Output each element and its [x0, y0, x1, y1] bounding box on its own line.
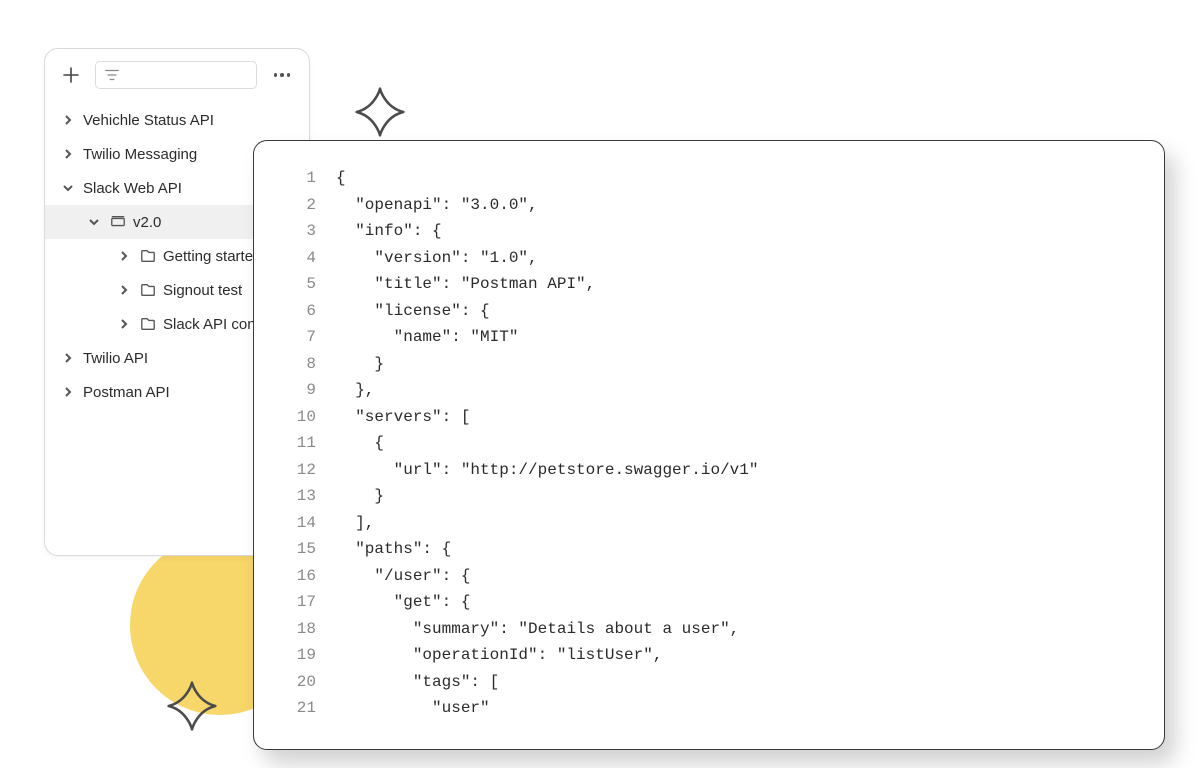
- filter-icon: [104, 67, 120, 83]
- code-line: 7 "name": "MIT": [282, 324, 1136, 351]
- line-number: 16: [282, 563, 316, 590]
- line-number: 7: [282, 324, 316, 351]
- tree-item-label: v2.0: [133, 214, 161, 231]
- code-line: 19 "operationId": "listUser",: [282, 642, 1136, 669]
- chevron-right-icon[interactable]: [115, 315, 133, 333]
- line-text: ],: [336, 510, 374, 537]
- line-number: 8: [282, 351, 316, 378]
- tree-item-label: Postman API: [83, 384, 170, 401]
- code-line: 1{: [282, 165, 1136, 192]
- folder-icon: [139, 247, 157, 265]
- line-text: "paths": {: [336, 536, 451, 563]
- tree-item-label: Signout test: [163, 282, 242, 299]
- tree-item-label: Getting started: [163, 248, 261, 265]
- collection-icon: [109, 213, 127, 231]
- line-number: 9: [282, 377, 316, 404]
- folder-icon: [139, 281, 157, 299]
- sidebar-toolbar: [45, 49, 309, 99]
- code-line: 18 "summary": "Details about a user",: [282, 616, 1136, 643]
- tree-item-label: Vehichle Status API: [83, 112, 214, 129]
- line-number: 14: [282, 510, 316, 537]
- tree-item-label: Twilio Messaging: [83, 146, 197, 163]
- line-text: {: [336, 430, 384, 457]
- line-number: 17: [282, 589, 316, 616]
- line-number: 2: [282, 192, 316, 219]
- code-editor-panel: 1{2 "openapi": "3.0.0",3 "info": {4 "ver…: [253, 140, 1165, 750]
- line-text: "name": "MIT": [336, 324, 518, 351]
- code-line: 8 }: [282, 351, 1136, 378]
- line-number: 10: [282, 404, 316, 431]
- add-button[interactable]: [57, 61, 85, 89]
- line-text: },: [336, 377, 374, 404]
- chevron-right-icon[interactable]: [59, 111, 77, 129]
- sparkle-icon: [164, 678, 220, 734]
- line-number: 19: [282, 642, 316, 669]
- code-line: 3 "info": {: [282, 218, 1136, 245]
- line-number: 5: [282, 271, 316, 298]
- folder-icon: [139, 315, 157, 333]
- line-number: 21: [282, 695, 316, 722]
- line-text: "tags": [: [336, 669, 499, 696]
- line-number: 1: [282, 165, 316, 192]
- chevron-right-icon[interactable]: [115, 281, 133, 299]
- code-line: 17 "get": {: [282, 589, 1136, 616]
- tree-item-label: Slack Web API: [83, 180, 182, 197]
- line-number: 4: [282, 245, 316, 272]
- line-text: "openapi": "3.0.0",: [336, 192, 538, 219]
- line-number: 13: [282, 483, 316, 510]
- line-text: "get": {: [336, 589, 470, 616]
- chevron-right-icon[interactable]: [115, 247, 133, 265]
- line-number: 15: [282, 536, 316, 563]
- line-text: }: [336, 351, 384, 378]
- line-number: 12: [282, 457, 316, 484]
- line-number: 3: [282, 218, 316, 245]
- line-text: "user": [336, 695, 490, 722]
- sparkle-icon: [352, 84, 408, 140]
- line-text: {: [336, 165, 346, 192]
- tree-item-label: Slack API contr: [163, 316, 265, 333]
- line-number: 11: [282, 430, 316, 457]
- code-line: 13 }: [282, 483, 1136, 510]
- line-text: "version": "1.0",: [336, 245, 538, 272]
- code-line: 21 "user": [282, 695, 1136, 722]
- line-text: "summary": "Details about a user",: [336, 616, 739, 643]
- code-line: 5 "title": "Postman API",: [282, 271, 1136, 298]
- code-editor[interactable]: 1{2 "openapi": "3.0.0",3 "info": {4 "ver…: [254, 141, 1164, 746]
- line-text: "info": {: [336, 218, 442, 245]
- tree-item-label: Twilio API: [83, 350, 148, 367]
- line-text: "title": "Postman API",: [336, 271, 595, 298]
- chevron-down-icon[interactable]: [59, 179, 77, 197]
- code-line: 14 ],: [282, 510, 1136, 537]
- code-line: 12 "url": "http://petstore.swagger.io/v1…: [282, 457, 1136, 484]
- filter-input[interactable]: [95, 61, 257, 89]
- line-text: "license": {: [336, 298, 490, 325]
- code-line: 2 "openapi": "3.0.0",: [282, 192, 1136, 219]
- chevron-right-icon[interactable]: [59, 145, 77, 163]
- code-line: 6 "license": {: [282, 298, 1136, 325]
- tree-item[interactable]: Vehichle Status API: [45, 103, 309, 137]
- code-line: 9 },: [282, 377, 1136, 404]
- line-text: "url": "http://petstore.swagger.io/v1": [336, 457, 758, 484]
- code-line: 16 "/user": {: [282, 563, 1136, 590]
- chevron-right-icon[interactable]: [59, 383, 77, 401]
- code-line: 4 "version": "1.0",: [282, 245, 1136, 272]
- more-options-button[interactable]: [267, 73, 297, 77]
- code-line: 15 "paths": {: [282, 536, 1136, 563]
- code-line: 10 "servers": [: [282, 404, 1136, 431]
- chevron-right-icon[interactable]: [59, 349, 77, 367]
- line-text: "/user": {: [336, 563, 470, 590]
- line-number: 6: [282, 298, 316, 325]
- line-text: }: [336, 483, 384, 510]
- code-line: 20 "tags": [: [282, 669, 1136, 696]
- line-text: "servers": [: [336, 404, 470, 431]
- code-line: 11 {: [282, 430, 1136, 457]
- line-text: "operationId": "listUser",: [336, 642, 662, 669]
- chevron-down-icon[interactable]: [85, 213, 103, 231]
- line-number: 18: [282, 616, 316, 643]
- line-number: 20: [282, 669, 316, 696]
